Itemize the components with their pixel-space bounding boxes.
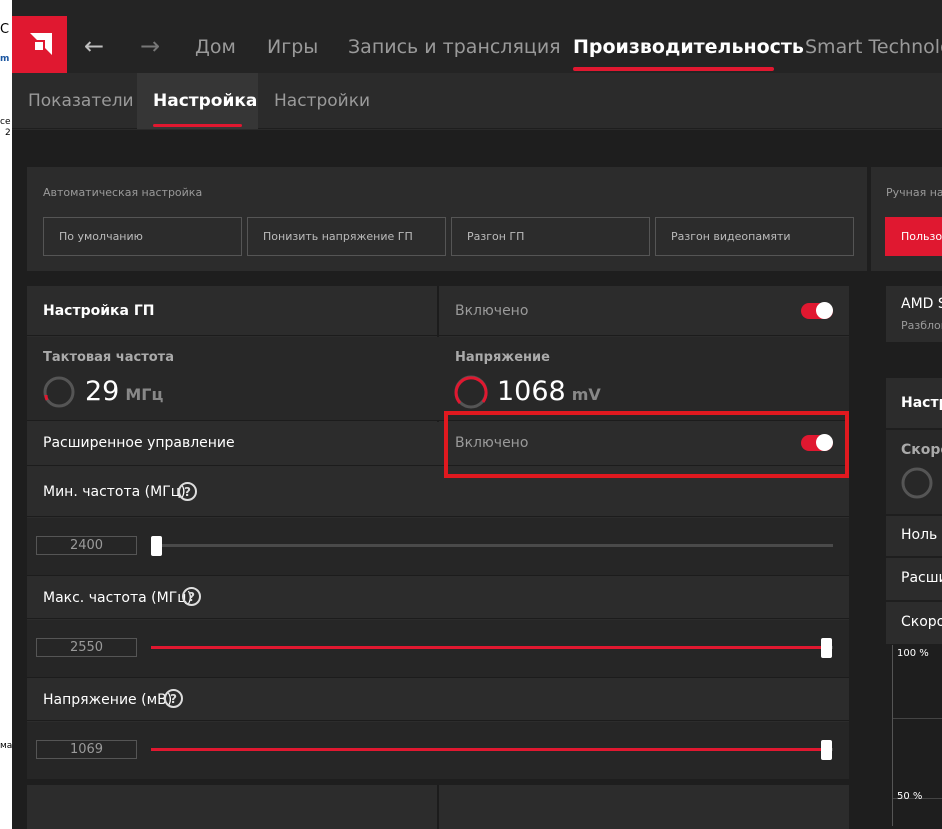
background-app-strip: C m ce 2 ма xyxy=(0,0,12,829)
gpu-tuning-toggle[interactable] xyxy=(801,302,833,319)
zero-rpm-label: Ноль с xyxy=(901,527,942,543)
help-icon[interactable]: ? xyxy=(182,587,201,606)
tab-settings[interactable]: Настройки xyxy=(258,73,386,129)
preset-vram-overclock-button[interactable]: Разгон видеопамяти xyxy=(655,217,854,256)
top-navigation: ← → Дом Игры Запись и трансляция Произво… xyxy=(12,0,942,73)
tab-metrics[interactable]: Показатели xyxy=(12,73,150,129)
voltage-label: Напряжение xyxy=(455,350,550,365)
chart-label-50: 50 % xyxy=(897,791,923,802)
voltage-number: 1068 xyxy=(497,376,566,407)
slider-fill xyxy=(151,748,829,751)
strip-fragment: ce xyxy=(0,117,11,127)
arrow-left-icon[interactable]: ← xyxy=(84,34,104,58)
max-frequency-input[interactable]: 2550 xyxy=(36,638,137,657)
advanced-control-label: Расширенное управление xyxy=(43,435,235,451)
strip-fragment: 2 xyxy=(5,128,11,138)
voltage-mv-input[interactable]: 1069 xyxy=(36,740,137,759)
toggle-knob xyxy=(816,302,833,319)
max-frequency-slider-row xyxy=(27,620,849,678)
preset-gpu-overclock-button[interactable]: Разгон ГП xyxy=(451,217,650,256)
clock-number: 29 xyxy=(85,376,120,407)
nav-active-indicator xyxy=(573,67,774,71)
amd-logo-icon xyxy=(29,32,52,55)
min-frequency-slider-thumb[interactable] xyxy=(151,536,162,556)
advanced-fan-row: Расши xyxy=(886,558,942,600)
max-frequency-label: Макс. частота (МГц) xyxy=(43,590,193,606)
nav-item-record-stream[interactable]: Запись и трансляция xyxy=(348,36,561,58)
tab-active-indicator xyxy=(153,124,242,127)
fan-speed-metric: Скоро xyxy=(886,430,942,514)
slider-fill xyxy=(151,646,829,649)
clock-unit: МГц xyxy=(125,385,164,404)
fan-speed-row: Скоро xyxy=(886,602,942,644)
manual-tuning-label: Ручная нас xyxy=(886,186,942,199)
clock-gauge-icon xyxy=(43,376,75,408)
amd-logo[interactable] xyxy=(12,16,67,73)
tab-tuning[interactable]: Настройка xyxy=(137,73,258,129)
zero-rpm-row: Ноль с xyxy=(886,516,942,556)
amd-smart-title: AMD S xyxy=(901,296,942,312)
fan-speed-label: Скоро xyxy=(901,442,942,458)
help-icon[interactable]: ? xyxy=(164,689,183,708)
nav-item-games[interactable]: Игры xyxy=(267,36,318,58)
fan-gauge-icon xyxy=(901,467,933,499)
fan-speed-row-label: Скоро xyxy=(901,614,942,630)
voltage-gauge-icon xyxy=(454,375,488,409)
fan-tuning-header: Настр xyxy=(886,378,942,428)
max-frequency-slider-thumb[interactable] xyxy=(821,638,832,658)
amd-smart-subtitle: Разблок xyxy=(901,319,942,332)
advanced-fan-label: Расши xyxy=(901,570,942,586)
strip-fragment: m xyxy=(0,54,10,64)
preset-undervolt-button[interactable]: Понизить напряжение ГП xyxy=(247,217,446,256)
min-frequency-slider-track[interactable] xyxy=(151,544,833,547)
amd-smart-panel: AMD S Разблок xyxy=(886,286,942,342)
fan-tuning-title: Настр xyxy=(901,395,942,411)
clock-value: 29 МГц xyxy=(85,376,163,407)
arrow-right-icon[interactable]: → xyxy=(140,34,160,58)
gpu-tuning-title: Настройка ГП xyxy=(43,303,155,319)
clock-label: Тактовая частота xyxy=(43,350,174,365)
help-icon[interactable]: ? xyxy=(178,482,197,501)
strip-fragment: ма xyxy=(0,741,12,751)
nav-item-smart-technology[interactable]: Smart Technolo xyxy=(805,36,942,58)
voltage-mv-slider-track[interactable] xyxy=(151,748,833,751)
voltage-unit: mV xyxy=(571,385,601,404)
chart-gridline xyxy=(893,718,942,719)
max-frequency-slider-track[interactable] xyxy=(151,646,833,649)
custom-tuning-button[interactable]: Пользов xyxy=(885,217,942,256)
chart-label-100: 100 % xyxy=(897,648,929,659)
sub-navigation: Показатели Настройка Настройки xyxy=(12,73,942,129)
min-frequency-label: Мин. частота (МГц) xyxy=(43,484,186,500)
gpu-tuning-state: Включено xyxy=(455,303,529,319)
voltage-mv-slider-thumb[interactable] xyxy=(821,740,832,760)
annotation-highlight-box xyxy=(444,411,849,478)
nav-item-performance[interactable]: Производительность xyxy=(573,36,804,58)
column-divider xyxy=(437,785,439,829)
strip-fragment: C xyxy=(0,22,10,37)
min-frequency-input[interactable]: 2400 xyxy=(36,536,137,555)
auto-tuning-label: Автоматическая настройка xyxy=(43,186,203,199)
preset-default-button[interactable]: По умолчанию xyxy=(43,217,242,256)
voltage-value: 1068 mV xyxy=(497,376,601,407)
voltage-mv-label: Напряжение (мВ) xyxy=(43,692,173,708)
nav-item-home[interactable]: Дом xyxy=(195,36,236,58)
